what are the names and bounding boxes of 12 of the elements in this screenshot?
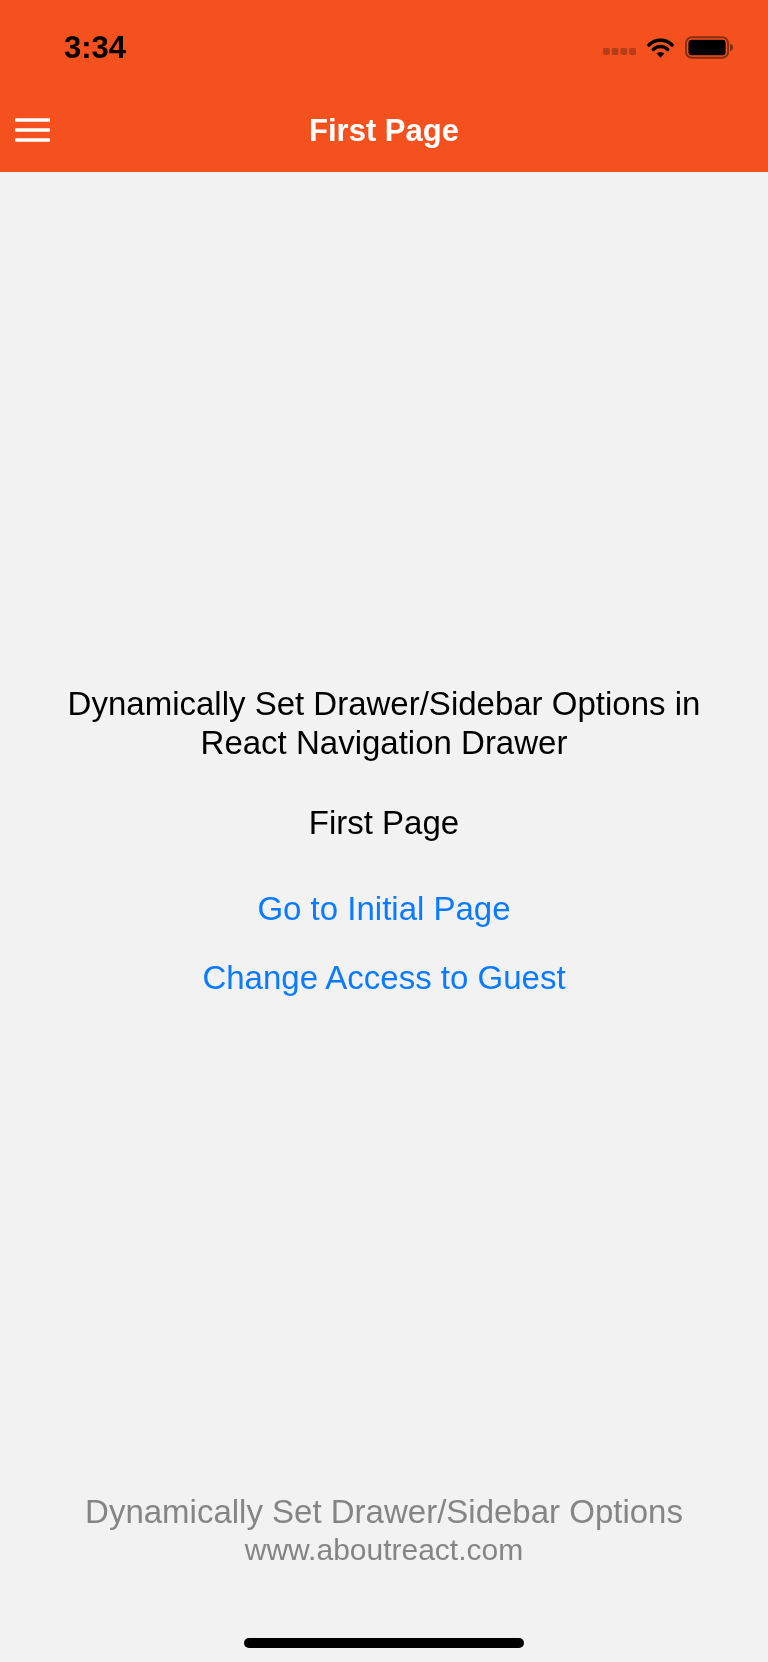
footer-url: www.aboutreact.com: [244, 1532, 524, 1568]
menu-icon[interactable]: [15, 118, 50, 142]
text-button[interactable]: Go to Initial Page: [257, 888, 511, 928]
text-button[interactable]: Change Access to Guest: [202, 957, 566, 997]
wifi-icon: [646, 36, 675, 58]
page-label: First Page: [308, 802, 460, 842]
footer-title: Dynamically Set Drawer/Sidebar Options: [85, 1492, 683, 1532]
signal-dots-icon: [603, 48, 636, 55]
heading-text: Dynamically Set Drawer/Sidebar Options in React Navigation Drawer: [66, 683, 702, 762]
battery-icon: [685, 35, 733, 59]
header-title: First Page: [309, 114, 459, 146]
status-time: 3:34: [64, 31, 127, 63]
